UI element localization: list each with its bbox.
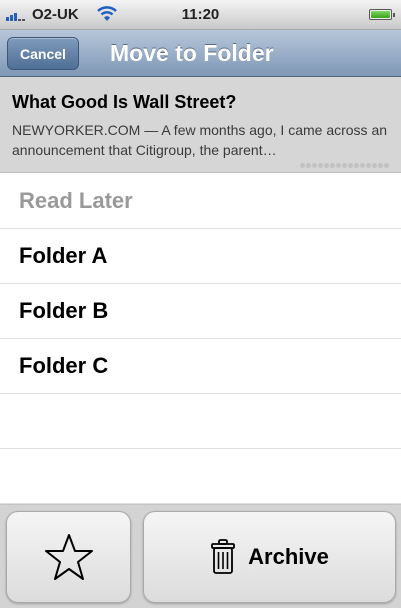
cancel-button[interactable]: Cancel <box>7 37 79 70</box>
signal-icon <box>6 9 25 21</box>
folder-item-read-later: Read Later <box>0 174 401 229</box>
trash-icon <box>211 539 236 574</box>
page-indicator <box>300 163 389 168</box>
bottom-toolbar: Archive <box>0 504 401 608</box>
page-title: Move to Folder <box>110 40 274 66</box>
empty-row <box>0 394 401 449</box>
folder-item-folder-c[interactable]: Folder C <box>0 339 401 394</box>
article-summary: NEWYORKER.COM — A few months ago, I came… <box>12 122 388 158</box>
wifi-icon <box>97 6 117 21</box>
article-title: What Good Is Wall Street? <box>12 92 237 112</box>
favorite-button[interactable] <box>6 511 131 603</box>
folder-list: Read Later Folder A Folder B Folder C <box>0 174 401 504</box>
archive-label: Archive <box>248 544 329 569</box>
navigation-bar: Cancel Move to Folder <box>0 30 401 77</box>
star-icon <box>44 534 93 580</box>
archive-button[interactable]: Archive <box>143 511 396 603</box>
folder-item-folder-b[interactable]: Folder B <box>0 284 401 339</box>
battery-icon <box>369 9 395 20</box>
empty-row <box>0 449 401 504</box>
folder-item-folder-a[interactable]: Folder A <box>0 229 401 284</box>
status-bar: O2-UK 11:20 <box>0 0 401 30</box>
carrier-name: O2-UK <box>32 6 79 23</box>
article-preview: What Good Is Wall Street? NEWYORKER.COM … <box>0 77 401 173</box>
